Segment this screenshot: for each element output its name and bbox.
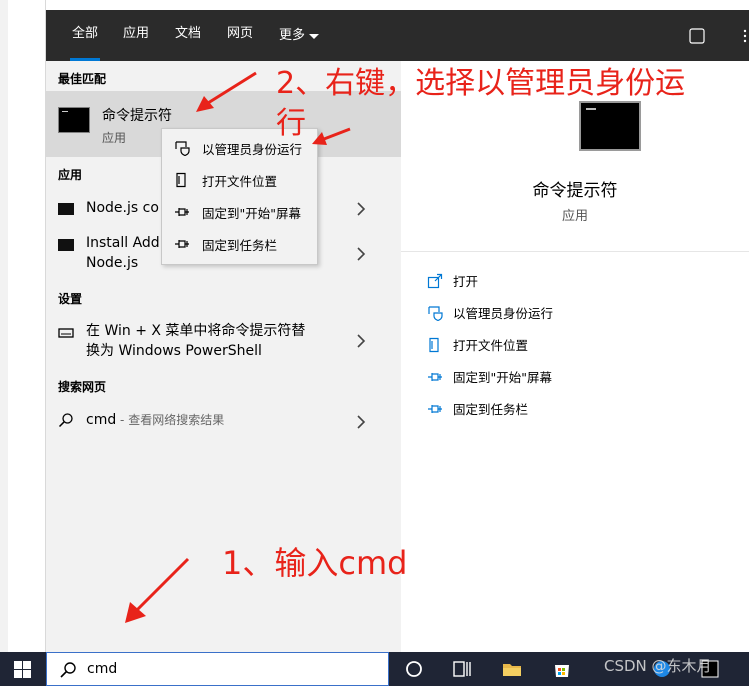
- list-item-label: Node.js co: [86, 200, 159, 216]
- list-item-label-line1: Install Add: [86, 235, 160, 251]
- chevron-down-icon: [309, 34, 320, 39]
- taskbar-search-value: cmd: [87, 661, 118, 677]
- pin-icon: [175, 208, 189, 216]
- search-icon: [60, 662, 76, 678]
- preview-title: 命令提示符: [532, 181, 618, 201]
- preview-action-label: 打开: [453, 274, 479, 289]
- preview-divider: [401, 251, 749, 252]
- windows-logo-icon: [14, 661, 31, 678]
- tab-apps[interactable]: 应用: [123, 10, 149, 61]
- search-icon: [58, 413, 73, 428]
- command-prompt-icon: [579, 101, 641, 151]
- annotation-step-2-line2: 行: [276, 106, 306, 141]
- context-menu-label: 固定到任务栏: [202, 237, 278, 253]
- settings-item-line1: 在 Win + X 菜单中将命令提示符替: [86, 323, 306, 339]
- store-icon[interactable]: [552, 659, 572, 679]
- preview-action-label: 打开文件位置: [453, 338, 529, 353]
- file-explorer-icon[interactable]: [502, 659, 522, 679]
- shield-icon: [175, 141, 190, 156]
- app-icon: [58, 239, 74, 251]
- tab-documents[interactable]: 文档: [175, 10, 201, 61]
- preview-action-open[interactable]: 打开: [427, 271, 478, 290]
- preview-action-pin-start[interactable]: 固定到"开始"屏幕: [427, 367, 552, 386]
- file-location-icon: [429, 337, 439, 352]
- task-view-icon[interactable]: [452, 659, 472, 679]
- preview-action-label: 固定到"开始"屏幕: [453, 370, 552, 385]
- apps-header: 应用: [58, 168, 83, 182]
- context-menu: 以管理员身份运行 打开文件位置 固定到"开始"屏幕 固定到任务栏: [161, 128, 318, 265]
- search-scope-tabs: 全部 应用 文档 网页 更多: [46, 10, 749, 61]
- web-search-text: cmd - 查看网络搜索结果: [86, 410, 224, 430]
- tab-more-label: 更多: [279, 27, 306, 43]
- annotation-arrow-icon: [312, 127, 351, 145]
- chevron-right-icon[interactable]: [356, 247, 366, 261]
- preview-action-label: 以管理员身份运行: [453, 306, 554, 321]
- annotation-step-2-line1: 2、右键，选择以管理员身份运: [276, 66, 686, 101]
- settings-item-line2: 换为 Windows PowerShell: [86, 343, 262, 359]
- list-item-label-line2: Node.js: [86, 255, 139, 271]
- settings-monitor-icon: [58, 328, 74, 338]
- feedback-icon[interactable]: [689, 28, 705, 44]
- pin-icon: [428, 404, 442, 413]
- shield-icon: [428, 305, 443, 321]
- preview-action-run-as-admin[interactable]: 以管理员身份运行: [427, 303, 553, 322]
- file-location-icon: [176, 172, 186, 188]
- list-item[interactable]: 在 Win + X 菜单中将命令提示符替 换为 Windows PowerShe…: [46, 319, 401, 367]
- chevron-right-icon[interactable]: [356, 334, 366, 348]
- start-button[interactable]: [0, 652, 46, 686]
- preview-panel: 命令提示符 应用 打开 以管理员身份运行 打开文件位置 固定到"开始"屏幕 固定…: [401, 61, 749, 652]
- best-match-title: 命令提示符: [102, 108, 172, 124]
- taskbar-search-input[interactable]: cmd: [46, 652, 389, 686]
- chevron-right-icon[interactable]: [356, 415, 366, 429]
- context-menu-item-pin-start[interactable]: 固定到"开始"屏幕: [162, 196, 317, 228]
- tab-all[interactable]: 全部: [69, 10, 101, 61]
- more-options-icon[interactable]: [741, 28, 749, 44]
- context-menu-item-open-file-location[interactable]: 打开文件位置: [162, 164, 317, 196]
- context-menu-item-pin-taskbar[interactable]: 固定到任务栏: [162, 228, 317, 260]
- context-menu-label: 打开文件位置: [202, 173, 278, 189]
- preview-action-open-file-location[interactable]: 打开文件位置: [427, 335, 528, 354]
- desktop-background: [0, 0, 46, 652]
- annotation-arrow-icon: [196, 71, 257, 112]
- annotation-arrow-icon: [125, 557, 190, 623]
- settings-header: 设置: [58, 292, 83, 306]
- web-search-item[interactable]: cmd - 查看网络搜索结果: [46, 406, 401, 436]
- pin-icon: [175, 240, 189, 248]
- preview-subtitle: 应用: [561, 209, 588, 224]
- command-prompt-icon: [58, 107, 90, 133]
- best-match-subtitle: 应用: [102, 131, 127, 145]
- cortana-icon[interactable]: [404, 659, 424, 679]
- web-search-query: cmd: [86, 412, 117, 428]
- web-search-hint: - 查看网络搜索结果: [116, 413, 225, 427]
- web-search-header: 搜索网页: [58, 380, 107, 394]
- preview-action-label: 固定到任务栏: [453, 402, 529, 417]
- open-icon: [427, 273, 443, 288]
- desktop-edge: [0, 0, 8, 652]
- annotation-step-1: 1、输入cmd: [222, 544, 408, 582]
- best-match-header: 最佳匹配: [58, 72, 107, 86]
- tab-more[interactable]: 更多: [279, 10, 320, 61]
- context-menu-label: 固定到"开始"屏幕: [202, 205, 301, 221]
- preview-action-pin-taskbar[interactable]: 固定到任务栏: [427, 399, 528, 418]
- chevron-right-icon[interactable]: [356, 202, 366, 216]
- pin-icon: [428, 372, 442, 381]
- app-icon: [58, 203, 74, 215]
- tab-web[interactable]: 网页: [227, 10, 253, 61]
- watermark: CSDN @东木月: [604, 657, 712, 675]
